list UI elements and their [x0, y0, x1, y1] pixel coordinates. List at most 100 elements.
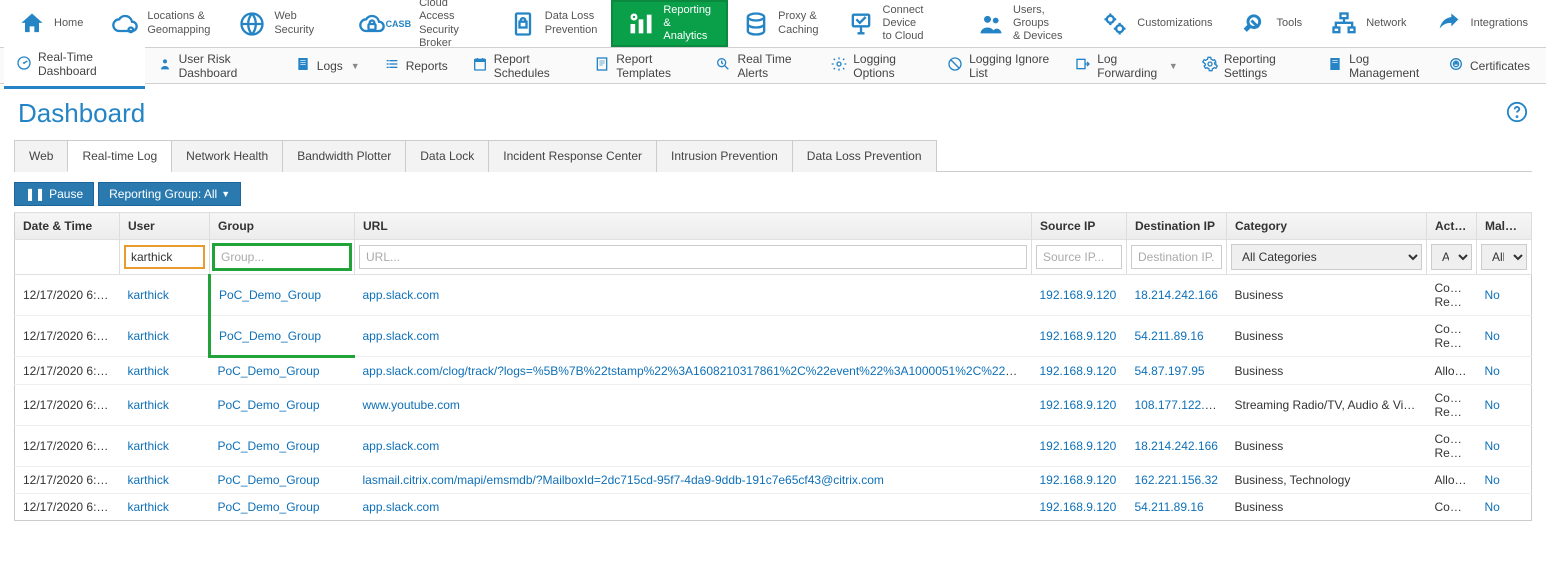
filter-category-select[interactable]: All Categories [1231, 244, 1422, 270]
col-category[interactable]: Category [1227, 213, 1427, 240]
topnav-integrations[interactable]: Integrations [1421, 0, 1542, 47]
cell-dstip[interactable]: 54.87.197.95 [1127, 357, 1227, 385]
topnav-locations[interactable]: Locations &Geomapping [97, 0, 224, 47]
cell-malware[interactable]: No [1477, 467, 1532, 494]
subnav-log-management[interactable]: Log Management [1315, 44, 1436, 88]
subnav-real-time-dashboard[interactable]: Real-Time Dashboard [4, 42, 145, 89]
cell-dstip[interactable]: 18.214.242.166 [1127, 275, 1227, 316]
tab-network-health[interactable]: Network Health [171, 140, 283, 172]
filter-srcip-input[interactable] [1036, 245, 1122, 269]
cell-user[interactable]: karthick [120, 385, 210, 426]
cell-url[interactable]: www.youtube.com [355, 385, 1032, 426]
col-date-time[interactable]: Date & Time [15, 213, 120, 240]
subnav-logging-ignore-list[interactable]: Logging Ignore List [935, 44, 1063, 88]
tab-data-lock[interactable]: Data Lock [405, 140, 489, 172]
cell-dstip[interactable]: 108.177.122.136 [1127, 385, 1227, 426]
cell-action: Allowed [1427, 467, 1477, 494]
cell-srcip[interactable]: 192.168.9.120 [1032, 275, 1127, 316]
topnav-connect[interactable]: Connect Deviceto Cloud [833, 0, 963, 47]
cell-url[interactable]: app.slack.com [355, 275, 1032, 316]
help-icon[interactable] [1506, 101, 1528, 126]
topnav-home[interactable]: Home [4, 0, 97, 47]
cell-malware[interactable]: No [1477, 494, 1532, 521]
reporting-group-dropdown[interactable]: Reporting Group: All ▼ [98, 182, 241, 206]
cell-user[interactable]: karthick [120, 357, 210, 385]
cell-url[interactable]: app.slack.com [355, 426, 1032, 467]
pause-label: Pause [49, 187, 83, 201]
subnav-log-forwarding[interactable]: Log Forwarding▼ [1063, 44, 1190, 88]
topnav-proxy[interactable]: Proxy &Caching [728, 0, 832, 47]
filter-group-input[interactable] [214, 245, 350, 269]
cell-dstip[interactable]: 54.211.89.16 [1127, 316, 1227, 357]
cell-group[interactable]: PoC_Demo_Group [210, 426, 355, 467]
topnav-customizations[interactable]: Customizations [1087, 0, 1226, 47]
tab-bandwidth-plotter[interactable]: Bandwidth Plotter [282, 140, 406, 172]
cell-dstip[interactable]: 54.211.89.16 [1127, 494, 1227, 521]
col-action[interactable]: Action [1427, 213, 1477, 240]
cell-user[interactable]: karthick [120, 494, 210, 521]
col-destination-ip[interactable]: Destination IP [1127, 213, 1227, 240]
cell-url[interactable]: app.slack.com/clog/track/?logs=%5B%7B%22… [355, 357, 1032, 385]
tab-web[interactable]: Web [14, 140, 68, 172]
filter-malware-select[interactable]: All [1481, 244, 1527, 270]
topnav-network[interactable]: Network [1316, 0, 1420, 47]
filter-action-select[interactable]: All [1431, 244, 1472, 270]
col-url[interactable]: URL [355, 213, 1032, 240]
cell-srcip[interactable]: 192.168.9.120 [1032, 316, 1127, 357]
cell-user[interactable]: karthick [120, 426, 210, 467]
cell-group[interactable]: PoC_Demo_Group [210, 316, 355, 357]
tab-incident-response-center[interactable]: Incident Response Center [488, 140, 657, 172]
cell-malware[interactable]: No [1477, 385, 1532, 426]
topnav-web[interactable]: Web Security [224, 0, 343, 47]
cell-srcip[interactable]: 192.168.9.120 [1032, 357, 1127, 385]
tab-data-loss-prevention[interactable]: Data Loss Prevention [792, 140, 937, 172]
subnav-certificates[interactable]: Certificates [1436, 48, 1542, 83]
table-row: 12/17/2020 6:39 PMkarthickPoC_Demo_Group… [15, 316, 1532, 357]
cell-group[interactable]: PoC_Demo_Group [210, 357, 355, 385]
subnav-logging-options[interactable]: Logging Options [819, 44, 935, 88]
col-group[interactable]: Group [210, 213, 355, 240]
cell-malware[interactable]: No [1477, 426, 1532, 467]
cell-url[interactable]: app.slack.com [355, 494, 1032, 521]
subnav-report-schedules[interactable]: Report Schedules [460, 44, 583, 88]
tab-real-time-log[interactable]: Real-time Log [67, 140, 172, 172]
col-source-ip[interactable]: Source IP [1032, 213, 1127, 240]
cell-user[interactable]: karthick [120, 467, 210, 494]
cell-malware[interactable]: No [1477, 316, 1532, 357]
subnav-user-risk-dashboard[interactable]: User Risk Dashboard [145, 44, 283, 88]
nav-icon [977, 10, 1005, 38]
subnav-report-templates[interactable]: Report Templates [582, 44, 703, 88]
subnav-reporting-settings[interactable]: Reporting Settings [1190, 44, 1315, 88]
cell-malware[interactable]: No [1477, 357, 1532, 385]
tab-intrusion-prevention[interactable]: Intrusion Prevention [656, 140, 793, 172]
col-user[interactable]: User [120, 213, 210, 240]
cell-dstip[interactable]: 162.221.156.32 [1127, 467, 1227, 494]
cell-srcip[interactable]: 192.168.9.120 [1032, 467, 1127, 494]
subnav-real-time-alerts[interactable]: Real Time Alerts [703, 44, 819, 88]
subnav-logs[interactable]: Logs▼ [283, 48, 372, 83]
cell-user[interactable]: karthick [120, 275, 210, 316]
cell-srcip[interactable]: 192.168.9.120 [1032, 385, 1127, 426]
cell-url[interactable]: lasmail.citrix.com/mapi/emsmdb/?MailboxI… [355, 467, 1032, 494]
topnav-reporting[interactable]: Reporting &Analytics [611, 0, 728, 47]
filter-user-input[interactable] [124, 245, 205, 269]
cell-srcip[interactable]: 192.168.9.120 [1032, 426, 1127, 467]
topnav-data[interactable]: Data LossPrevention [495, 0, 612, 47]
cell-group[interactable]: PoC_Demo_Group [210, 467, 355, 494]
topnav-cloud[interactable]: CASBCloud AccessSecurity Broker [344, 0, 495, 47]
filter-url-input[interactable] [359, 245, 1027, 269]
cell-group[interactable]: PoC_Demo_Group [210, 385, 355, 426]
cell-group[interactable]: PoC_Demo_Group [210, 275, 355, 316]
topnav-users,[interactable]: Users, Groups& Devices [963, 0, 1087, 47]
col-malware[interactable]: Malware [1477, 213, 1532, 240]
subnav-reports[interactable]: Reports [372, 48, 460, 83]
pause-button[interactable]: ❚❚ Pause [14, 182, 94, 206]
cell-dstip[interactable]: 18.214.242.166 [1127, 426, 1227, 467]
cell-user[interactable]: karthick [120, 316, 210, 357]
filter-dstip-input[interactable] [1131, 245, 1222, 269]
cell-group[interactable]: PoC_Demo_Group [210, 494, 355, 521]
cell-url[interactable]: app.slack.com [355, 316, 1032, 357]
cell-malware[interactable]: No [1477, 275, 1532, 316]
cell-srcip[interactable]: 192.168.9.120 [1032, 494, 1127, 521]
topnav-tools[interactable]: Tools [1227, 0, 1317, 47]
